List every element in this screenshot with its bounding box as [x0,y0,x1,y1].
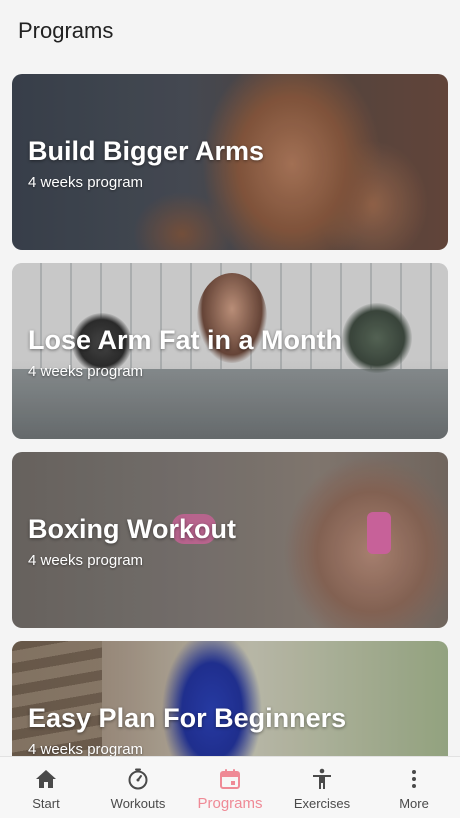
tab-start[interactable]: Start [0,757,92,818]
program-duration: 4 weeks program [28,174,144,191]
tab-workouts[interactable]: Workouts [92,757,184,818]
tab-label: Exercises [293,796,351,811]
tab-more[interactable]: More [368,757,460,818]
person-icon [313,768,331,789]
timer-icon [128,768,148,790]
program-card-easy-plan-beginners[interactable]: Easy Plan For Beginners 4 weeks program [12,641,448,756]
home-icon [36,770,56,788]
calendar-icon [220,769,240,789]
program-title: Build Bigger Arms [28,136,265,166]
program-title: Boxing Workout [28,514,236,544]
tab-programs[interactable]: Programs [184,757,276,818]
program-card-boxing-workout[interactable]: Boxing Workout 4 weeks program [12,452,448,628]
page-title: Programs [18,18,114,43]
program-title: Lose Arm Fat in a Month [28,325,343,355]
tab-exercises[interactable]: Exercises [276,757,368,818]
program-list[interactable]: Build Bigger Arms 4 weeks program Lose A… [0,62,460,756]
bottom-navigation: Start Workouts Programs Exercises More [0,756,460,818]
tab-label: Programs [197,795,263,812]
more-vertical-icon [412,770,416,788]
program-duration: 4 weeks program [28,741,144,756]
tab-label: Start [32,796,60,811]
tab-label: Workouts [110,796,166,811]
program-card-build-bigger-arms[interactable]: Build Bigger Arms 4 weeks program [12,74,448,250]
program-duration: 4 weeks program [28,363,144,380]
program-card-lose-arm-fat[interactable]: Lose Arm Fat in a Month 4 weeks program [12,263,448,439]
program-duration: 4 weeks program [28,552,144,569]
tab-label: More [399,796,429,811]
program-title: Easy Plan For Beginners [28,703,347,733]
app-header: Programs [0,0,460,62]
